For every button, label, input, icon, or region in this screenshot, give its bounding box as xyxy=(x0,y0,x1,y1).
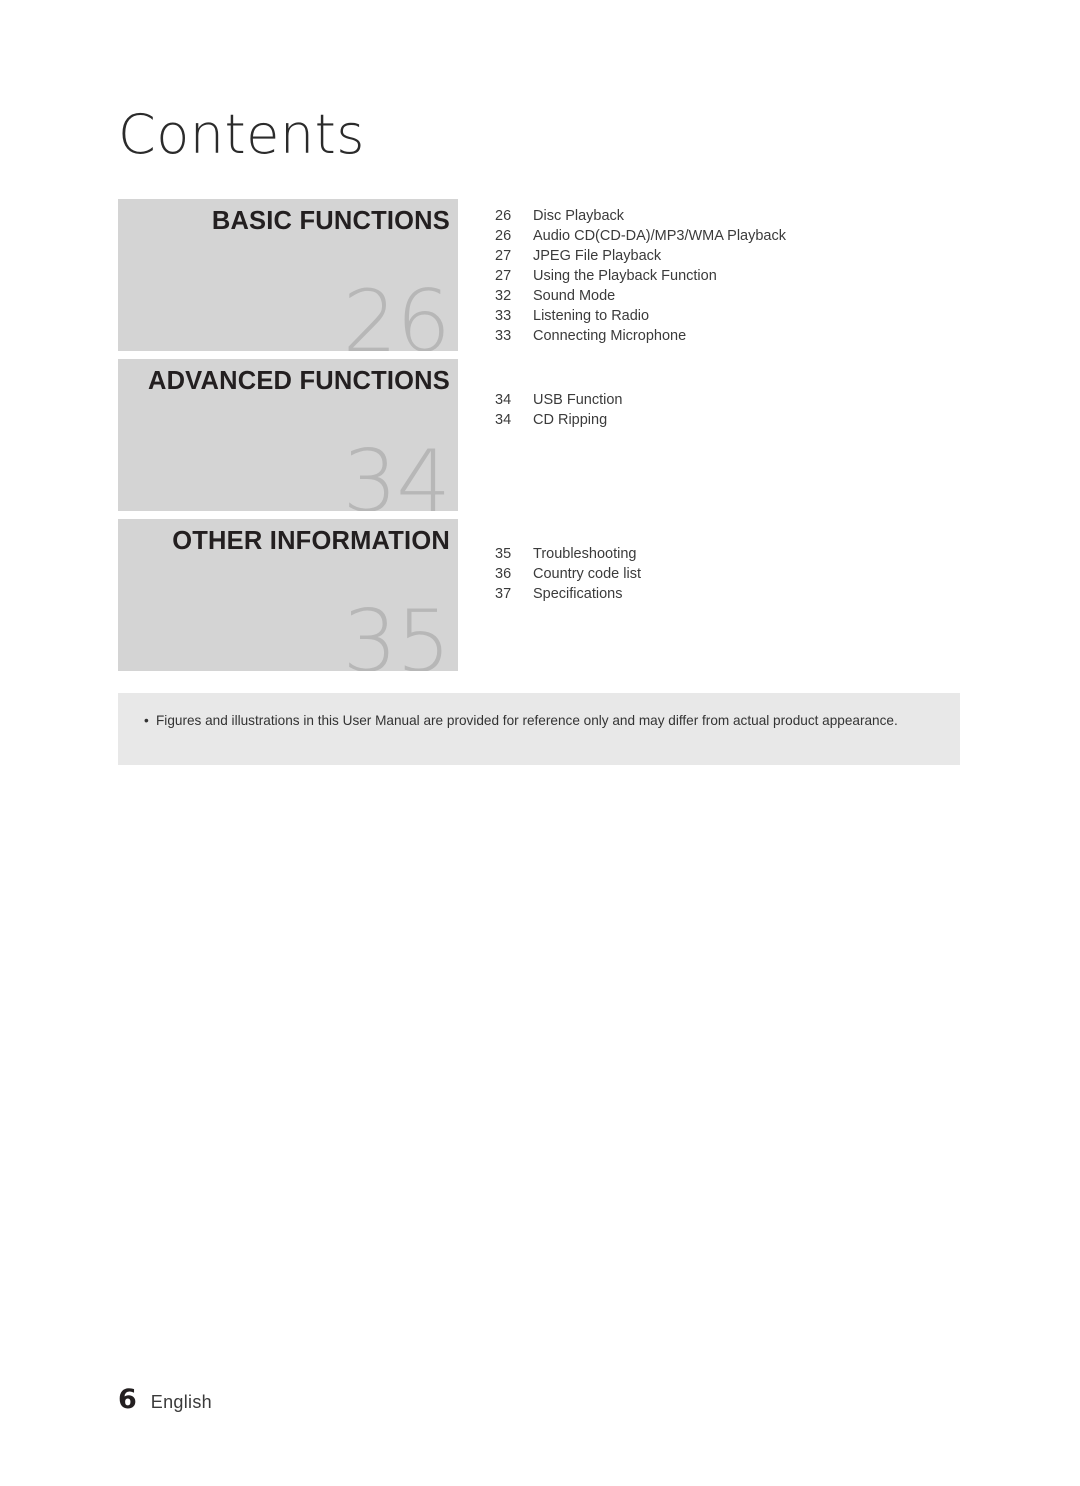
toc-group-other-information: 35 Troubleshooting 36 Country code list … xyxy=(495,544,641,604)
toc-entry-page: 32 xyxy=(495,288,512,304)
toc-entry: 27 JPEG File Playback xyxy=(495,246,786,266)
toc-entry-page: 33 xyxy=(495,328,512,344)
toc-entry-page: 37 xyxy=(495,586,512,602)
toc-entry-label: Audio CD(CD-DA)/MP3/WMA Playback xyxy=(533,228,786,244)
toc-entry: 34 USB Function xyxy=(495,390,622,410)
toc-entry-label: Specifications xyxy=(533,586,623,602)
toc-entry-label: JPEG File Playback xyxy=(533,248,662,264)
page-title: Contents xyxy=(118,103,365,166)
page-footer: 6 English xyxy=(118,1384,212,1415)
toc-entry: 33 Listening to Radio xyxy=(495,306,786,326)
toc-entry-page: 33 xyxy=(495,308,512,324)
section-page-number: 26 xyxy=(342,272,451,351)
toc-entry-page: 34 xyxy=(495,412,512,428)
section-blocks: BASIC FUNCTIONS 26 ADVANCED FUNCTIONS 34… xyxy=(118,199,458,679)
toc-entry: 36 Country code list xyxy=(495,564,641,584)
toc-entry-page: 36 xyxy=(495,566,512,582)
toc-entry-page: 35 xyxy=(495,546,512,562)
toc-entry: 27 Using the Playback Function xyxy=(495,266,786,286)
bullet-icon: • xyxy=(144,713,149,728)
manual-page: Contents BASIC FUNCTIONS 26 ADVANCED FUN… xyxy=(0,0,1080,1486)
footer-page-number: 6 xyxy=(118,1384,137,1415)
toc-entry: 26 Audio CD(CD-DA)/MP3/WMA Playback xyxy=(495,226,786,246)
footer-language: English xyxy=(150,1392,212,1412)
toc-entry-label: Listening to Radio xyxy=(533,308,650,324)
note-text: Figures and illustrations in this User M… xyxy=(156,713,898,728)
toc-entry-label: Country code list xyxy=(533,566,641,582)
toc-entry-label: CD Ripping xyxy=(533,412,608,428)
toc-entry-label: Connecting Microphone xyxy=(533,328,687,344)
toc-entry: 33 Connecting Microphone xyxy=(495,326,786,346)
toc-entry-page: 26 xyxy=(495,208,512,224)
note-band: • Figures and illustrations in this User … xyxy=(118,693,960,765)
toc-group-basic-functions: 26 Disc Playback 26 Audio CD(CD-DA)/MP3/… xyxy=(495,206,786,346)
toc-entry: 26 Disc Playback xyxy=(495,206,786,226)
section-page-number: 34 xyxy=(342,432,451,511)
toc-entry-label: USB Function xyxy=(533,392,623,408)
toc-entry-label: Sound Mode xyxy=(533,288,616,304)
toc-entry-page: 27 xyxy=(495,268,512,284)
section-block-other-information: OTHER INFORMATION 35 xyxy=(118,519,458,671)
section-page-number: 35 xyxy=(342,592,451,671)
section-block-basic-functions: BASIC FUNCTIONS 26 xyxy=(118,199,458,351)
toc-group-advanced-functions: 34 USB Function 34 CD Ripping xyxy=(495,390,622,430)
toc-entry-page: 26 xyxy=(495,228,512,244)
toc-entry-label: Using the Playback Function xyxy=(533,268,717,284)
section-heading: OTHER INFORMATION xyxy=(172,527,450,555)
toc-entry: 35 Troubleshooting xyxy=(495,544,641,564)
toc-entry-label: Troubleshooting xyxy=(533,546,637,562)
section-heading: ADVANCED FUNCTIONS xyxy=(147,367,450,395)
toc-entry-label: Disc Playback xyxy=(533,208,625,224)
toc-entry-page: 34 xyxy=(495,392,512,408)
toc-entry: 32 Sound Mode xyxy=(495,286,786,306)
toc-entry: 34 CD Ripping xyxy=(495,410,622,430)
note-paragraph: • Figures and illustrations in this User … xyxy=(144,712,950,730)
section-heading: BASIC FUNCTIONS xyxy=(211,207,450,235)
toc-entry-page: 27 xyxy=(495,248,512,264)
section-block-advanced-functions: ADVANCED FUNCTIONS 34 xyxy=(118,359,458,511)
toc-entry: 37 Specifications xyxy=(495,584,641,604)
